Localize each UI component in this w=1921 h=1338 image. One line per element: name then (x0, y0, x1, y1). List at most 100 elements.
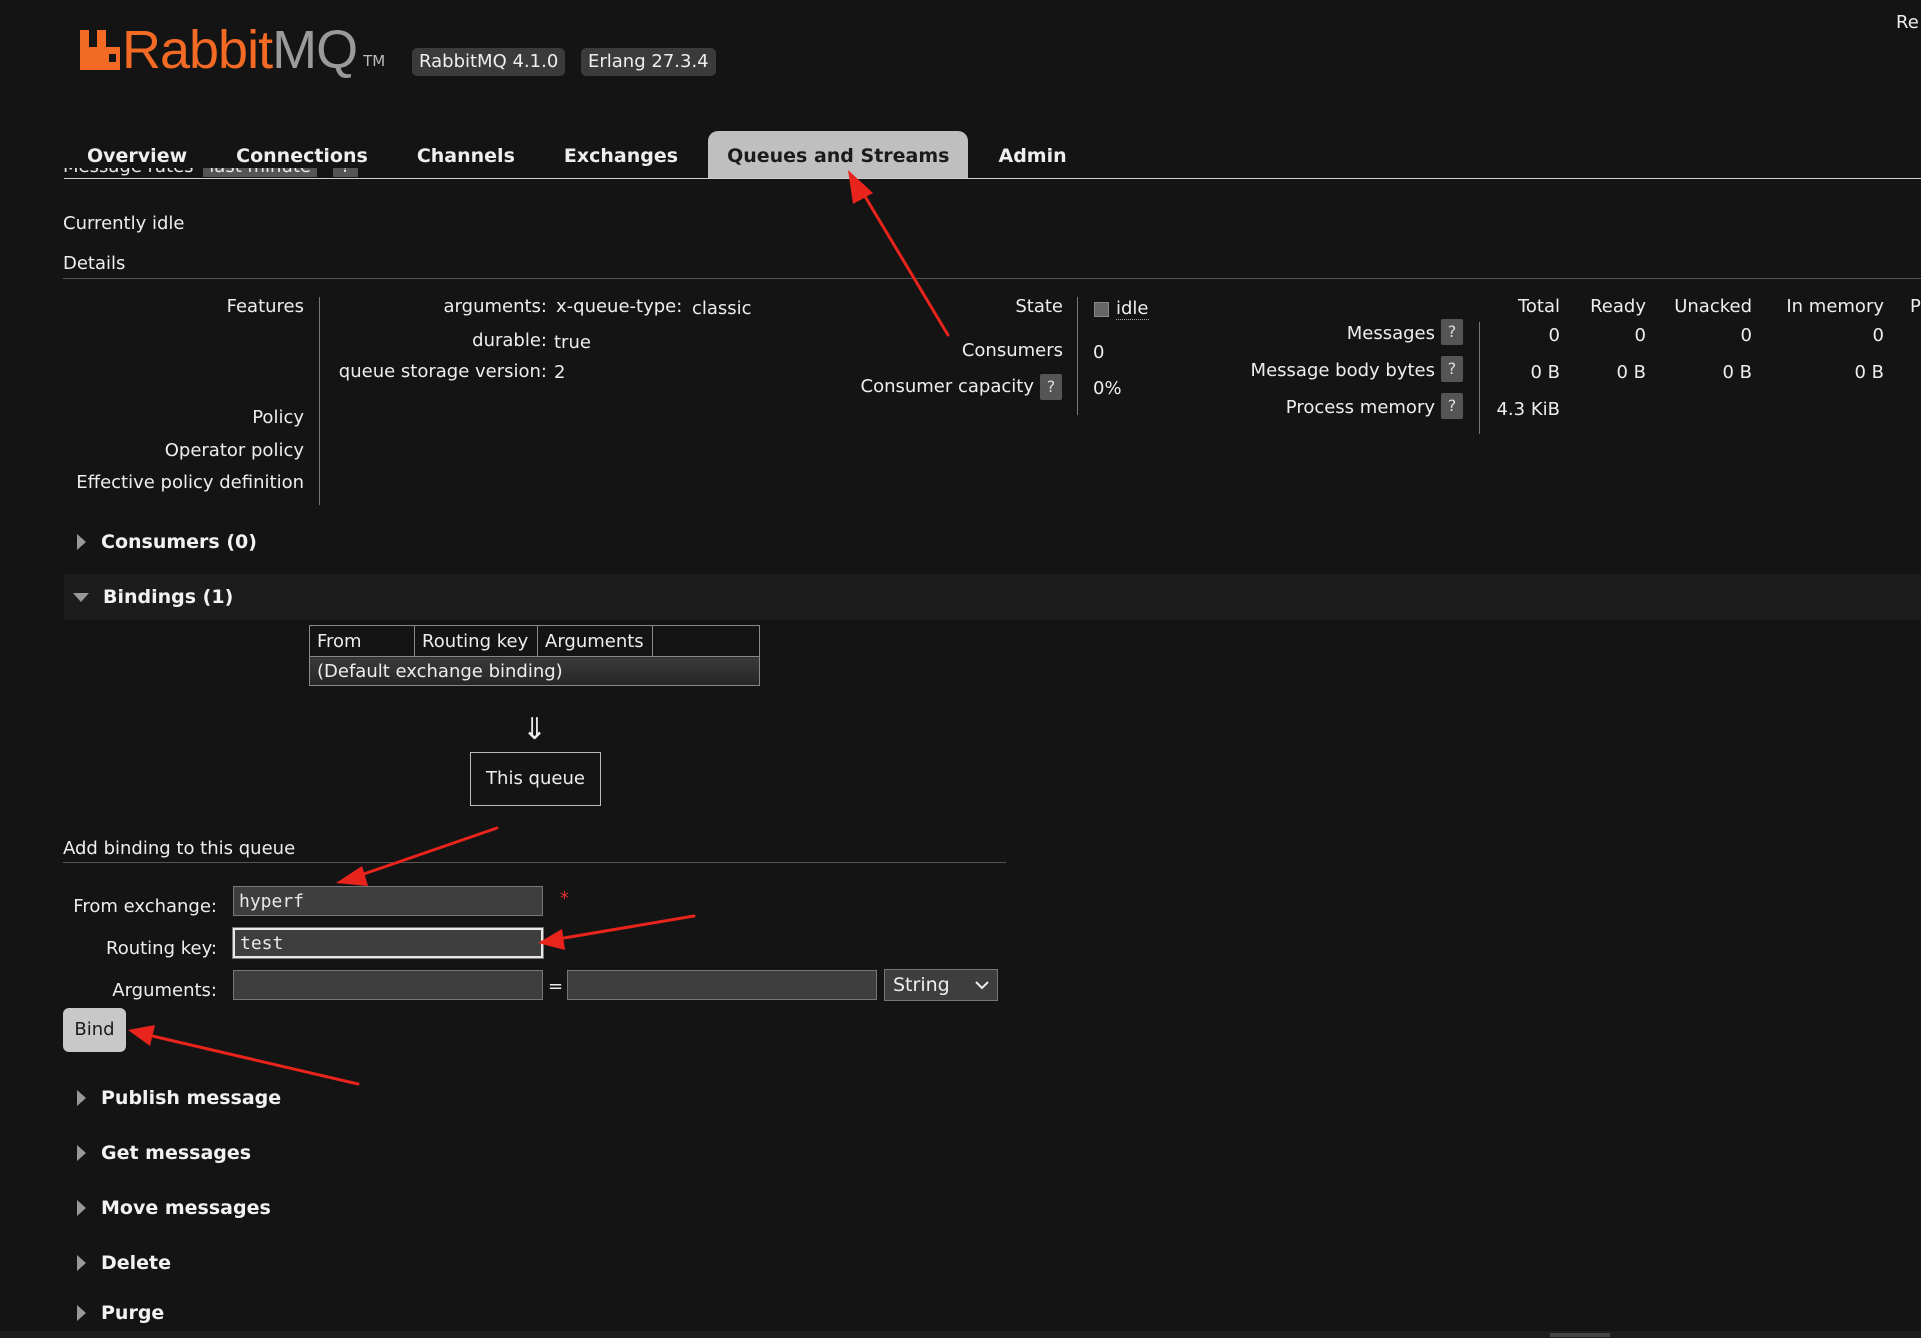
messages-unacked: 0 (1740, 325, 1752, 346)
argument-value-input[interactable] (567, 970, 877, 1000)
process-memory-total: 4.3 KiB (1496, 399, 1560, 420)
expand-icon (77, 1145, 86, 1161)
brand-rabbit: Rabbit (122, 20, 273, 80)
operator-policy-label: Operator policy (164, 440, 304, 461)
state-value[interactable]: idle (1116, 298, 1149, 320)
consumer-capacity-help-icon[interactable]: ? (1040, 374, 1062, 400)
section-consumers[interactable]: Consumers (0) (64, 519, 1921, 565)
section-consumers-title: Consumers (0) (101, 531, 257, 553)
col-actions (652, 625, 760, 657)
chevron-down-icon (975, 981, 989, 990)
stats-row-messages-label: Messages (1346, 323, 1435, 344)
tab-queues-and-streams[interactable]: Queues and Streams (708, 131, 969, 179)
argument-type-select[interactable]: String (884, 969, 998, 1001)
bind-button[interactable]: Bind (63, 1008, 126, 1052)
messages-help-icon[interactable]: ? (1441, 319, 1463, 345)
messages-in-memory: 0 (1872, 325, 1884, 346)
state-label: State (1015, 296, 1063, 317)
stats-col-total: Total (1517, 296, 1560, 317)
stats-col-in-memory: In memory (1786, 296, 1884, 317)
tab-admin[interactable]: Admin (979, 131, 1085, 179)
add-binding-title: Add binding to this queue (63, 838, 296, 859)
default-exchange-binding: (Default exchange binding) (309, 656, 760, 686)
down-arrow-icon: ⇓ (522, 712, 548, 747)
section-move-messages[interactable]: Move messages (64, 1185, 1921, 1231)
col-arguments: Arguments (537, 625, 653, 657)
arguments-field-label: Arguments: (112, 980, 217, 1001)
section-purge[interactable]: Purge (64, 1295, 1921, 1331)
consumer-capacity-value: 0% (1093, 378, 1122, 399)
from-exchange-input[interactable] (233, 886, 543, 916)
consumers-value: 0 (1093, 342, 1105, 363)
routing-key-input[interactable] (233, 928, 543, 958)
expand-icon (77, 1305, 86, 1321)
tab-channels[interactable]: Channels (398, 131, 534, 179)
collapse-icon (73, 592, 89, 602)
argument-key-input[interactable] (233, 970, 543, 1000)
rabbitmq-logo-icon (80, 30, 120, 70)
stats-row-process-memory-label: Process memory (1285, 397, 1435, 418)
add-binding-divider (63, 862, 1006, 863)
section-publish-title: Publish message (101, 1087, 282, 1109)
section-bindings[interactable]: Bindings (1) (64, 574, 1921, 620)
stats-row-body-bytes-label: Message body bytes (1250, 360, 1435, 381)
expand-icon (77, 1255, 86, 1271)
effective-policy-label: Effective policy definition (76, 472, 304, 493)
body-bytes-help-icon[interactable]: ? (1441, 356, 1463, 382)
section-purge-title: Purge (101, 1302, 165, 1324)
col-routing-key: Routing key (414, 625, 538, 657)
stats-col-ready: Ready (1590, 296, 1646, 317)
stats-col-p: P (1910, 296, 1921, 317)
arguments-label: arguments: (443, 296, 547, 317)
tab-exchanges[interactable]: Exchanges (545, 131, 697, 179)
annotation-arrow-from-exchange (336, 826, 499, 886)
expand-icon (77, 1200, 86, 1216)
process-memory-help-icon[interactable]: ? (1441, 393, 1463, 419)
body-bytes-unacked: 0 B (1722, 362, 1752, 383)
routing-key-label: Routing key: (106, 938, 217, 959)
messages-ready: 0 (1634, 325, 1646, 346)
section-delete-title: Delete (101, 1252, 172, 1274)
state-separator (1077, 297, 1078, 415)
arguments-value: classic (692, 298, 752, 319)
col-from: From (309, 625, 415, 657)
body-bytes-total: 0 B (1530, 362, 1560, 383)
trademark: TM (363, 52, 386, 70)
expand-icon (77, 1090, 86, 1106)
argument-type-selected: String (893, 974, 950, 996)
section-publish-message[interactable]: Publish message (64, 1075, 1921, 1121)
durable-label: durable: (472, 330, 547, 351)
durable-value: true (554, 332, 591, 353)
from-exchange-label: From exchange: (73, 896, 217, 917)
scrollbar-thumb[interactable] (1550, 1333, 1610, 1337)
tab-overview[interactable]: Overview (68, 131, 206, 179)
top-right-text[interactable]: Re (1896, 12, 1919, 33)
brand-mq: MQ (272, 20, 358, 80)
details-divider (63, 278, 1921, 279)
body-bytes-in-memory: 0 B (1854, 362, 1884, 383)
this-queue-box: This queue (470, 752, 601, 806)
section-get-messages[interactable]: Get messages (64, 1130, 1921, 1176)
rabbitmq-logo[interactable]: Rabbit MQ TM (78, 20, 385, 80)
table-row: (Default exchange binding) (309, 656, 760, 686)
main-nav: Overview Connections Channels Exchanges … (68, 131, 1097, 179)
status-text: Currently idle (63, 213, 185, 234)
section-delete[interactable]: Delete (64, 1240, 1921, 1286)
idle-indicator (1094, 302, 1109, 317)
features-separator (319, 297, 320, 505)
horizontal-scrollbar[interactable] (0, 1331, 1921, 1338)
tab-connections[interactable]: Connections (217, 131, 387, 179)
arguments-key: x-queue-type: (556, 296, 683, 317)
messages-total: 0 (1548, 325, 1560, 346)
bindings-table-header: From Routing key Arguments (309, 625, 760, 657)
storage-version-label: queue storage version: (338, 361, 547, 382)
required-mark: * (560, 888, 569, 909)
equals-sign: = (548, 976, 564, 997)
rabbitmq-version-badge: RabbitMQ 4.1.0 (412, 48, 566, 76)
section-get-title: Get messages (101, 1142, 252, 1164)
section-move-title: Move messages (101, 1197, 271, 1219)
nav-divider (64, 178, 1921, 179)
body-bytes-ready: 0 B (1616, 362, 1646, 383)
annotation-arrow-routing-key (538, 914, 696, 950)
bindings-table: From Routing key Arguments (Default exch… (309, 625, 760, 686)
